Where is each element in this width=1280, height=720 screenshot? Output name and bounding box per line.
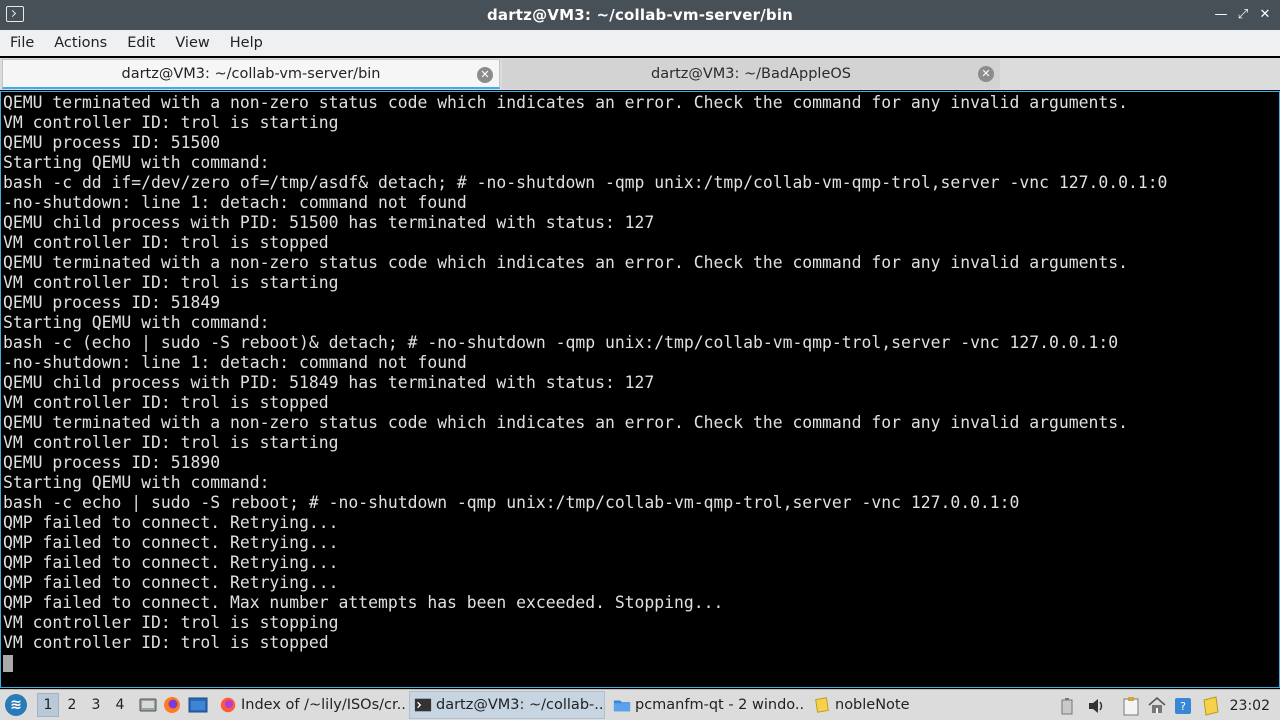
window-controls: — ⤢ ✕ [1212, 5, 1274, 23]
terminal-line: QEMU child process with PID: 51849 has t… [3, 373, 655, 392]
desktop-4[interactable]: 4 [109, 693, 131, 717]
task-terminal[interactable]: dartz@VM3: ~/collab-... [409, 691, 605, 719]
terminal-line: VM controller ID: trol is stopping [3, 613, 339, 632]
terminal-line: Starting QEMU with command: [3, 313, 270, 332]
terminal-line: bash -c dd if=/dev/zero of=/tmp/asdf& de… [3, 173, 1168, 192]
terminal-line: bash -c (echo | sudo -S reboot)& detach;… [3, 333, 1119, 352]
task-label: pcmanfm-qt - 2 windo... [635, 697, 805, 713]
tab-label: dartz@VM3: ~/collab-vm-server/bin [121, 65, 381, 82]
cursor [3, 655, 13, 672]
terminal-line: VM controller ID: trol is starting [3, 433, 339, 452]
system-tray: ? 23:02 [1050, 690, 1280, 720]
start-menu-icon[interactable]: ≋ [5, 694, 27, 716]
note-icon [815, 697, 829, 713]
window-title: dartz@VM3: ~/collab-vm-server/bin [486, 6, 794, 24]
close-tab-icon[interactable]: ✕ [978, 66, 994, 82]
window-titlebar: dartz@VM3: ~/collab-vm-server/bin — ⤢ ✕ [0, 0, 1280, 30]
folder-icon [613, 700, 631, 712]
svg-text:?: ? [1180, 700, 1186, 713]
terminal-line: QMP failed to connect. Retrying... [3, 533, 339, 552]
task-label: nobleNote [835, 697, 910, 713]
network-icon[interactable] [1146, 695, 1168, 717]
restore-button[interactable]: ⤢ [1234, 5, 1252, 23]
clock[interactable]: 23:02 [1230, 698, 1270, 714]
terminal-line: QEMU process ID: 51500 [3, 133, 221, 152]
terminal-line: VM controller ID: trol is stopped [3, 233, 329, 252]
terminal-line: QEMU terminated with a non-zero status c… [3, 253, 1128, 272]
desktop-3[interactable]: 3 [85, 693, 107, 717]
terminal-line: QEMU process ID: 51890 [3, 453, 221, 472]
tab-collab-vm-server[interactable]: dartz@VM3: ~/collab-vm-server/bin ✕ [2, 59, 500, 89]
terminal-line: -no-shutdown: line 1: detach: command no… [3, 193, 467, 212]
update-icon[interactable]: ? [1172, 695, 1194, 717]
terminal-lines: QEMU terminated with a non-zero status c… [3, 93, 1167, 673]
terminal-icon[interactable] [6, 6, 24, 22]
terminal-line: QEMU process ID: 51849 [3, 293, 221, 312]
desktop-1[interactable]: 1 [37, 693, 59, 717]
firefox-icon [220, 697, 236, 713]
window-icon[interactable] [187, 694, 209, 716]
menu-actions[interactable]: Actions [48, 35, 113, 51]
close-tab-icon[interactable]: ✕ [477, 67, 493, 83]
note-icon[interactable] [1200, 695, 1222, 717]
tab-badappleos[interactable]: dartz@VM3: ~/BadAppleOS ✕ [502, 59, 1000, 89]
terminal-icon [414, 698, 432, 712]
terminal-line: QMP failed to connect. Retrying... [3, 573, 339, 592]
minimize-button[interactable]: — [1212, 5, 1230, 23]
terminal-line: QMP failed to connect. Retrying... [3, 513, 339, 532]
terminal-line: QMP failed to connect. Max number attemp… [3, 593, 724, 612]
terminal-line: Starting QEMU with command: [3, 473, 270, 492]
task-label: dartz@VM3: ~/collab-... [436, 697, 605, 713]
terminal-line: VM controller ID: trol is stopped [3, 633, 329, 652]
close-button[interactable]: ✕ [1256, 5, 1274, 23]
terminal-line: QEMU terminated with a non-zero status c… [3, 93, 1128, 112]
terminal-line: VM controller ID: trol is starting [3, 273, 339, 292]
task-pcmanfm[interactable]: pcmanfm-qt - 2 windo... [609, 691, 805, 719]
terminal-line: Starting QEMU with command: [3, 153, 270, 172]
menu-edit[interactable]: Edit [121, 35, 161, 51]
terminal-line: QMP failed to connect. Retrying... [3, 553, 339, 572]
terminal-prompt-line [3, 653, 1167, 673]
task-label: Index of /~lily/ISOs/cr... [241, 697, 405, 713]
menu-file[interactable]: File [4, 35, 40, 51]
taskbar: ≋ 1 2 3 4 Index of /~lily/ISOs/cr... dar… [0, 689, 1280, 720]
tab-bar: dartz@VM3: ~/collab-vm-server/bin ✕ dart… [0, 58, 1280, 90]
tab-label: dartz@VM3: ~/BadAppleOS [651, 66, 851, 82]
menu-bar: File Actions Edit View Help [0, 30, 1280, 56]
menu-help[interactable]: Help [224, 35, 269, 51]
terminal-line: QEMU terminated with a non-zero status c… [3, 413, 1128, 432]
terminal-line: QEMU child process with PID: 51500 has t… [3, 213, 655, 232]
firefox-icon[interactable] [161, 694, 183, 716]
battery-icon[interactable] [1056, 695, 1078, 717]
terminal-line: bash -c echo | sudo -S reboot; # -no-shu… [3, 493, 1020, 512]
menu-view[interactable]: View [169, 35, 215, 51]
terminal-line: VM controller ID: trol is starting [3, 113, 339, 132]
show-desktop-icon[interactable] [137, 694, 159, 716]
terminal-output[interactable]: QEMU terminated with a non-zero status c… [0, 91, 1280, 688]
desktop-2[interactable]: 2 [61, 693, 83, 717]
task-noblenote[interactable]: nobleNote [809, 691, 929, 719]
clipboard-icon[interactable] [1120, 695, 1142, 717]
terminal-line: -no-shutdown: line 1: detach: command no… [3, 353, 467, 372]
volume-icon[interactable] [1086, 695, 1108, 717]
terminal-line: VM controller ID: trol is stopped [3, 393, 329, 412]
task-firefox[interactable]: Index of /~lily/ISOs/cr... [215, 691, 405, 719]
